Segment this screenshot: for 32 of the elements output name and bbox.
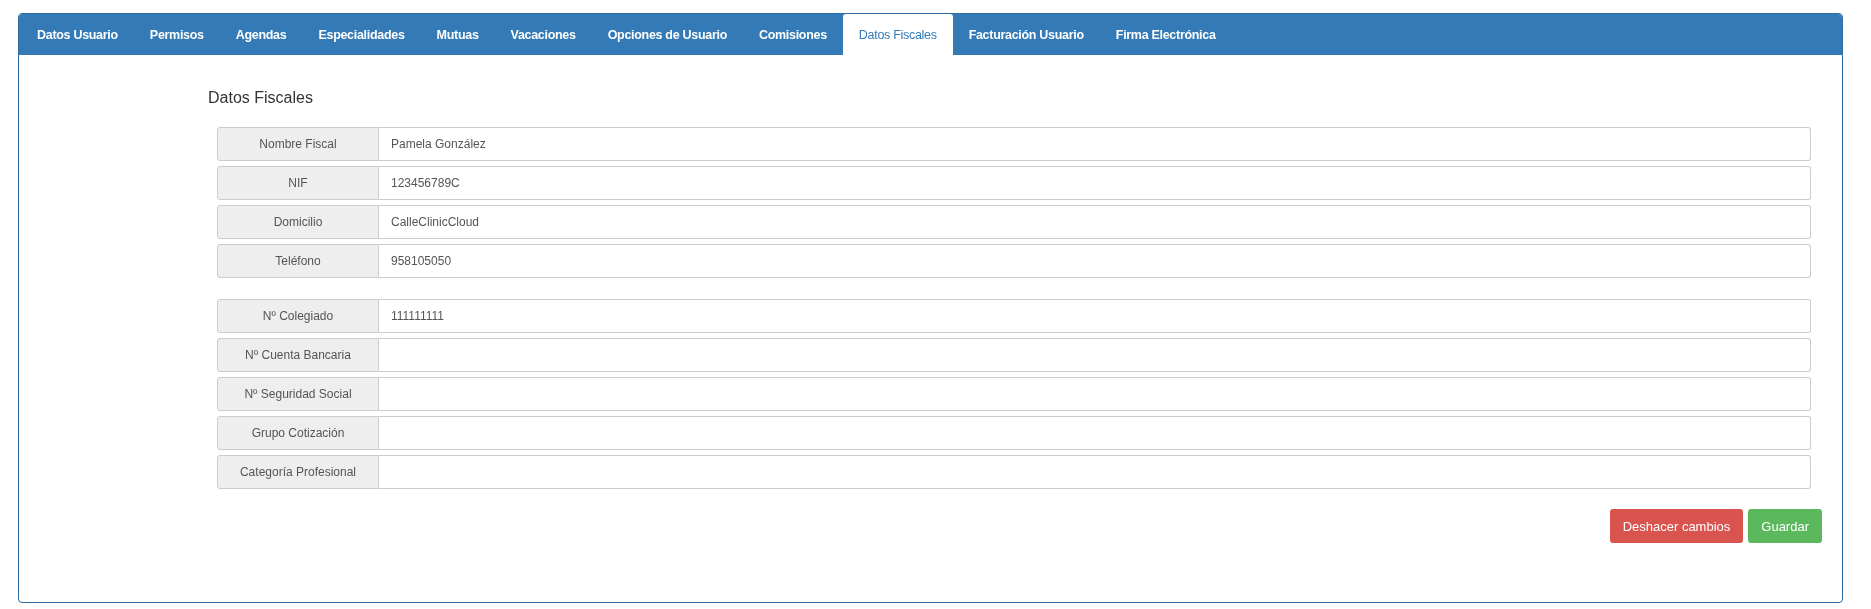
save-button[interactable]: Guardar — [1748, 509, 1822, 543]
field-label: Nº Seguridad Social — [217, 377, 379, 411]
tab[interactable]: Facturación Usuario — [952, 14, 1100, 55]
tab[interactable]: Especialidades — [302, 14, 421, 55]
input-field[interactable] — [379, 377, 1811, 411]
tab[interactable]: Agendas — [219, 14, 303, 55]
undo-button[interactable]: Deshacer cambios — [1609, 509, 1744, 543]
field-label: Grupo Cotización — [217, 416, 379, 450]
tab[interactable]: Comisiones — [743, 14, 843, 55]
field-label: Domicilio — [217, 205, 379, 239]
input-field[interactable] — [379, 338, 1811, 372]
tab[interactable]: Opciones de Usuario — [591, 14, 743, 55]
field-label: Nº Cuenta Bancaria — [217, 338, 379, 372]
tab[interactable]: Vacaciones — [494, 14, 592, 55]
field-label: NIF — [217, 166, 379, 200]
input-field[interactable]: 111111111 — [379, 299, 1811, 333]
tab[interactable]: Datos Fiscales — [842, 14, 953, 55]
input-field[interactable]: 123456789C — [379, 166, 1811, 200]
field-label: Nombre Fiscal — [217, 127, 379, 161]
input-field[interactable] — [379, 455, 1811, 489]
input-field[interactable]: 958105050 — [379, 244, 1811, 278]
field-label: Teléfono — [217, 244, 379, 278]
tab[interactable]: Datos Usuario — [21, 14, 134, 55]
field-label: Categoría Profesional — [217, 455, 379, 489]
input-field[interactable]: Pamela González — [379, 127, 1811, 161]
input-field[interactable] — [379, 416, 1811, 450]
input-field[interactable]: CalleClinicCloud — [379, 205, 1811, 239]
tab[interactable]: Firma Electrónica — [1099, 14, 1232, 55]
tab[interactable]: Permisos — [133, 14, 220, 55]
section-title: Datos Fiscales — [208, 89, 314, 107]
tab[interactable]: Mutuas — [420, 14, 495, 55]
field-label: Nº Colegiado — [217, 299, 379, 333]
